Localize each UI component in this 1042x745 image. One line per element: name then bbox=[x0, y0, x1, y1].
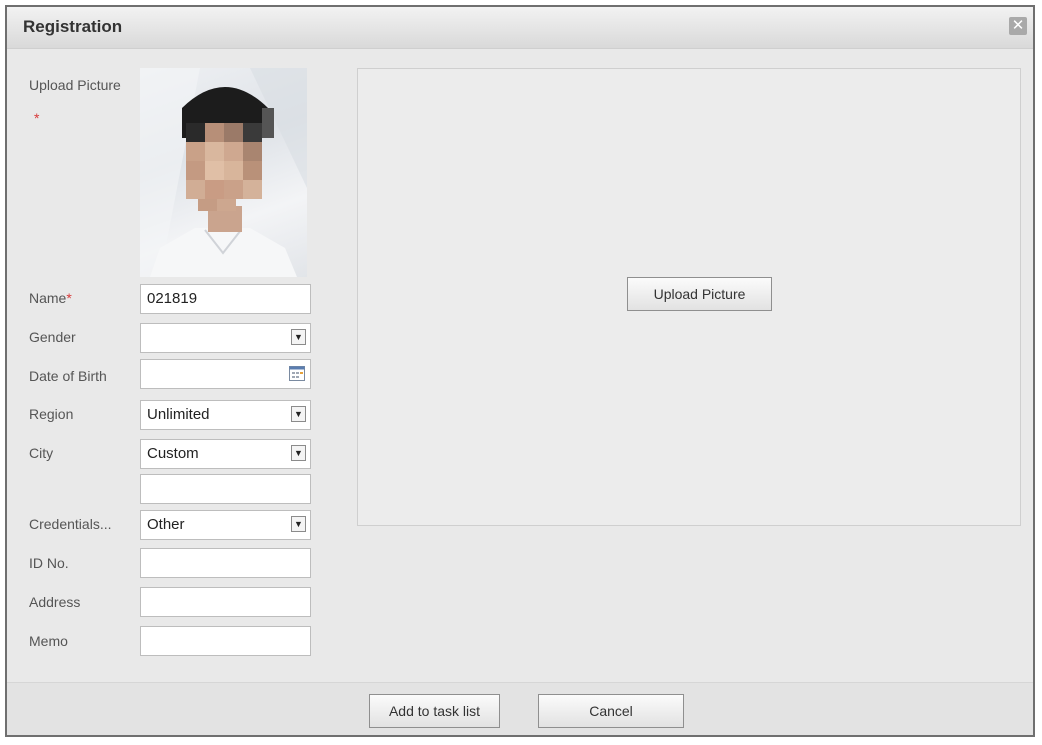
dialog-footer: Add to task list Cancel bbox=[7, 682, 1033, 735]
region-label: Region bbox=[29, 406, 74, 422]
region-value: Unlimited bbox=[147, 406, 210, 423]
city-select[interactable]: Custom ▼ bbox=[140, 439, 311, 469]
upload-picture-button[interactable]: Upload Picture bbox=[627, 277, 772, 311]
city-label: City bbox=[29, 445, 54, 461]
gender-label: Gender bbox=[29, 329, 76, 345]
dialog-title-bar: Registration ✕ bbox=[7, 7, 1033, 49]
memo-label: Memo bbox=[29, 633, 68, 649]
date-of-birth-input[interactable] bbox=[140, 359, 311, 389]
required-mark: * bbox=[34, 110, 40, 126]
address-input[interactable] bbox=[140, 587, 311, 617]
region-select[interactable]: Unlimited ▼ bbox=[140, 400, 311, 430]
id-no-label: ID No. bbox=[29, 555, 69, 571]
memo-input[interactable] bbox=[140, 626, 311, 656]
upload-picture-label: Upload Picture bbox=[29, 77, 121, 93]
name-label: Name* bbox=[29, 290, 72, 306]
person-photo bbox=[140, 68, 307, 277]
picture-preview-area: Upload Picture bbox=[357, 68, 1021, 526]
credentials-value: Other bbox=[147, 516, 185, 533]
city-value: Custom bbox=[147, 445, 199, 462]
date-of-birth-label: Date of Birth bbox=[29, 368, 107, 384]
id-no-input[interactable] bbox=[140, 548, 311, 578]
credentials-label: Credentials... bbox=[29, 516, 112, 532]
calendar-icon[interactable] bbox=[289, 365, 305, 381]
chevron-down-icon[interactable]: ▼ bbox=[291, 406, 306, 422]
dialog-title: Registration bbox=[23, 17, 123, 36]
chevron-down-icon[interactable]: ▼ bbox=[291, 445, 306, 461]
gender-select[interactable]: ▼ bbox=[140, 323, 311, 353]
registration-dialog: Registration ✕ Upload Picture * Name* 02… bbox=[5, 5, 1035, 737]
chevron-down-icon[interactable]: ▼ bbox=[291, 516, 306, 532]
chevron-down-icon[interactable]: ▼ bbox=[291, 329, 306, 345]
add-to-task-list-button[interactable]: Add to task list bbox=[369, 694, 500, 728]
address-label: Address bbox=[29, 594, 81, 610]
close-icon[interactable]: ✕ bbox=[1009, 17, 1027, 35]
cancel-button[interactable]: Cancel bbox=[538, 694, 684, 728]
city-custom-input[interactable] bbox=[140, 474, 311, 504]
name-input[interactable]: 021819 bbox=[140, 284, 311, 314]
credentials-select[interactable]: Other ▼ bbox=[140, 510, 311, 540]
portrait-image bbox=[140, 68, 307, 277]
